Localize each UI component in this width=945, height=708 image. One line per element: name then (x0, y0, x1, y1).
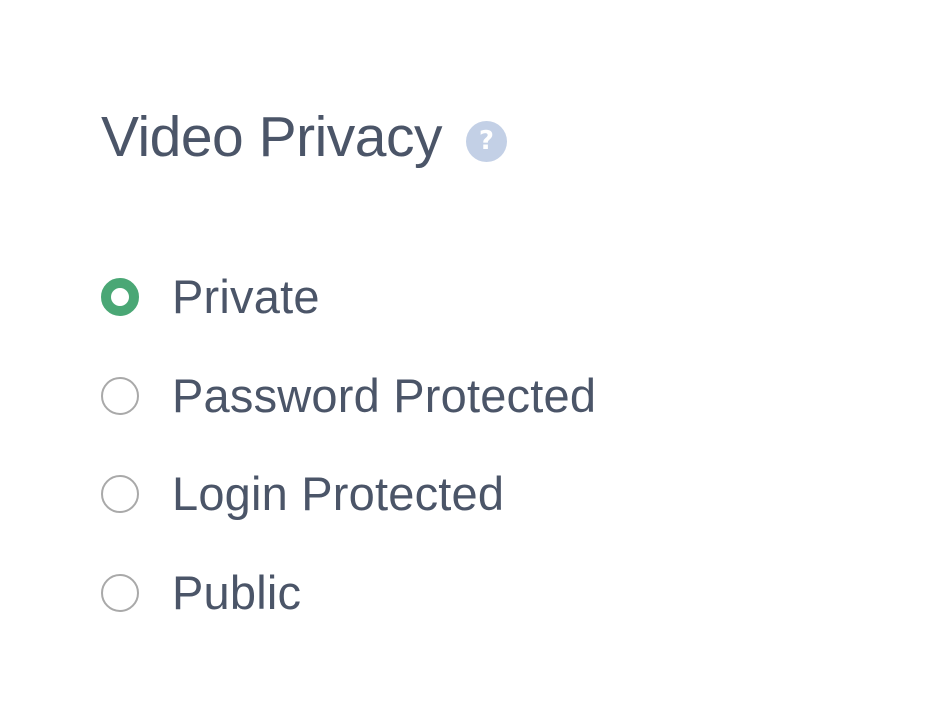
radio-private[interactable] (101, 278, 139, 317)
video-privacy-header: Video Privacy ? (101, 100, 801, 174)
privacy-option-label: Private (172, 270, 320, 324)
help-icon[interactable]: ? (465, 120, 507, 162)
privacy-options: Private Password Protected Login Protect… (101, 248, 596, 642)
privacy-option-login-protected[interactable]: Login Protected (101, 445, 596, 544)
privacy-option-label: Login Protected (172, 467, 505, 521)
radio-password-protected[interactable] (101, 376, 139, 415)
privacy-option-label: Password Protected (172, 368, 597, 422)
privacy-option-label: Public (172, 565, 302, 619)
privacy-option-password-protected[interactable]: Password Protected (101, 347, 596, 446)
video-privacy-section: Video Privacy ? Private Password Protect… (101, 100, 801, 619)
privacy-option-public[interactable]: Public (101, 544, 596, 643)
radio-login-protected[interactable] (101, 475, 139, 514)
privacy-option-private[interactable]: Private (101, 248, 596, 347)
radio-public[interactable] (101, 573, 139, 612)
video-privacy-title: Video Privacy (101, 105, 442, 169)
